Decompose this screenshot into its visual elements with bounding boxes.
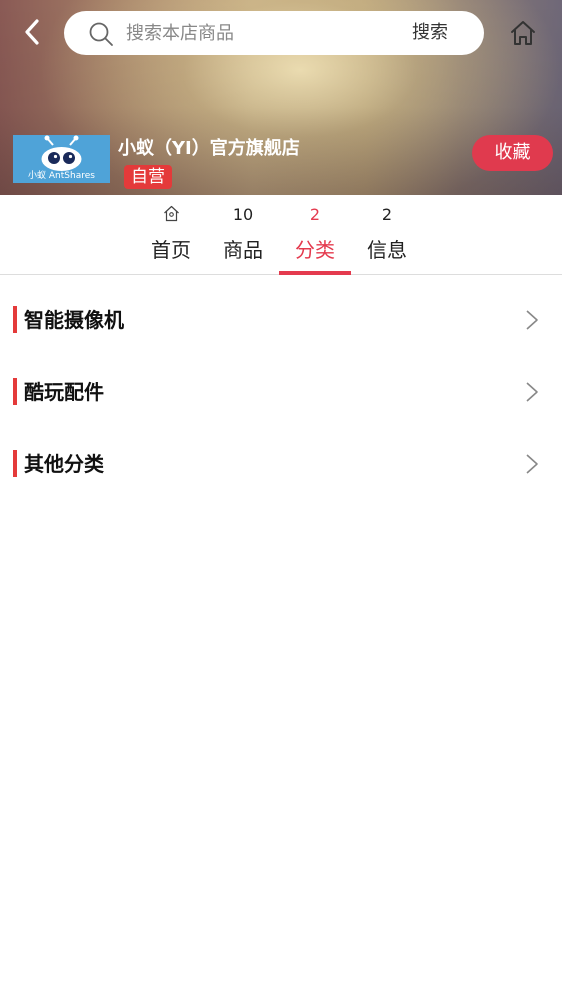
favorite-button[interactable]: 收藏 xyxy=(472,135,553,171)
tab-count: 10 xyxy=(232,205,254,224)
category-accent-bar xyxy=(13,378,17,405)
category-item-accessories[interactable]: 酷玩配件 xyxy=(0,356,562,428)
category-label: 酷玩配件 xyxy=(24,380,104,404)
tab-products[interactable]: 10 商品 xyxy=(207,195,279,275)
category-item-smart-camera[interactable]: 智能摄像机 xyxy=(0,284,562,356)
chevron-right-icon xyxy=(526,454,538,474)
store-page: 搜索 小蚁 AntShares 小蚁（YI）官方旗舰店 自营 收藏 xyxy=(0,0,562,998)
chevron-left-icon xyxy=(25,19,39,45)
home-button[interactable] xyxy=(506,16,540,50)
home-icon xyxy=(511,21,535,45)
search-button[interactable]: 搜索 xyxy=(412,11,448,55)
tab-label: 信息 xyxy=(367,238,407,262)
active-tab-indicator xyxy=(279,271,351,275)
search-input[interactable] xyxy=(126,11,376,55)
category-accent-bar xyxy=(13,450,17,477)
store-name: 小蚁（YI）官方旗舰店 xyxy=(118,138,300,159)
tab-count: 2 xyxy=(381,205,393,224)
home-icon xyxy=(164,205,179,222)
tab-label: 首页 xyxy=(151,238,191,262)
tab-info[interactable]: 2 信息 xyxy=(351,195,423,275)
category-label: 智能摄像机 xyxy=(24,308,124,332)
category-label: 其他分类 xyxy=(24,452,104,476)
category-item-other[interactable]: 其他分类 xyxy=(0,428,562,500)
category-accent-bar xyxy=(13,306,17,333)
tab-home[interactable]: 首页 xyxy=(135,195,207,275)
store-tabs: 首页 10 商品 2 分类 2 信息 xyxy=(0,195,562,275)
tab-categories[interactable]: 2 分类 xyxy=(279,195,351,275)
tab-count: 2 xyxy=(309,205,321,224)
store-logo-text: 小蚁 AntShares xyxy=(28,171,95,181)
category-list: 智能摄像机 酷玩配件 其他分类 xyxy=(0,284,562,500)
tab-label: 分类 xyxy=(295,238,335,262)
back-button[interactable] xyxy=(16,16,48,48)
search-icon xyxy=(89,22,113,46)
chevron-right-icon xyxy=(526,310,538,330)
chevron-right-icon xyxy=(526,382,538,402)
self-operated-badge: 自营 xyxy=(124,165,172,189)
store-logo: 小蚁 AntShares xyxy=(13,135,110,183)
search-bar[interactable]: 搜索 xyxy=(64,11,484,55)
tab-label: 商品 xyxy=(223,238,263,262)
